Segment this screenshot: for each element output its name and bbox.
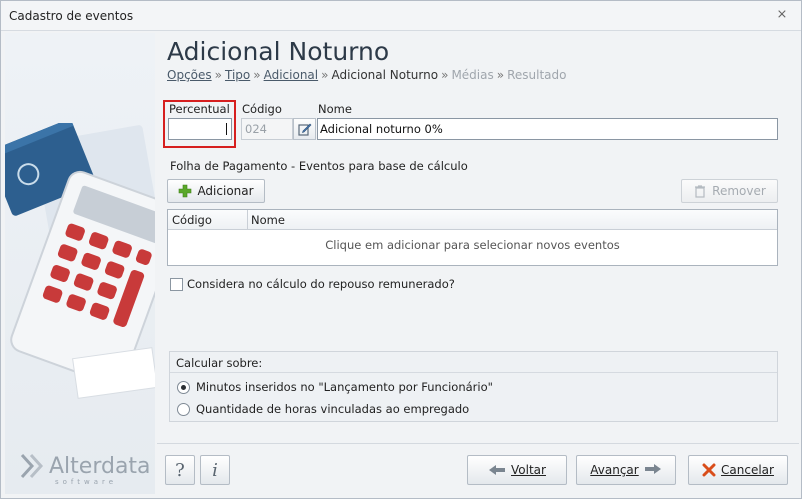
breadcrumb-separator: » bbox=[253, 68, 261, 82]
alterdata-logo: Alterdata software bbox=[19, 452, 151, 486]
breadcrumb-tipo[interactable]: Tipo bbox=[225, 68, 250, 82]
codigo-input: 024 bbox=[241, 118, 293, 140]
grid-column-codigo[interactable]: Código bbox=[172, 213, 212, 227]
calculator-illustration bbox=[5, 123, 155, 399]
edit-codigo-button[interactable] bbox=[293, 118, 316, 140]
breadcrumb-adicional[interactable]: Adicional bbox=[264, 68, 319, 82]
plus-icon bbox=[178, 184, 192, 198]
edit-icon bbox=[297, 123, 311, 136]
codigo-label: Código bbox=[242, 102, 282, 116]
calcular-sobre-title: Calcular sobre: bbox=[176, 356, 263, 370]
page-title: Adicional Noturno bbox=[167, 37, 390, 66]
footer-bar: ? i Voltar Avançar Cancelar bbox=[157, 443, 799, 496]
alterdata-logo-icon bbox=[20, 453, 44, 479]
cancelar-button[interactable]: Cancelar bbox=[688, 455, 788, 485]
radio-quantidade-label: Quantidade de horas vinculadas ao empreg… bbox=[196, 402, 470, 416]
adicionar-label: Adicionar bbox=[197, 184, 254, 198]
group-divider bbox=[170, 372, 777, 373]
breadcrumb-resultado: Resultado bbox=[507, 68, 567, 82]
grid-column-nome[interactable]: Nome bbox=[251, 213, 285, 227]
breadcrumb-opcoes[interactable]: Opções bbox=[167, 68, 212, 82]
calcular-sobre-group: Calcular sobre: Minutos inseridos no "La… bbox=[169, 351, 778, 422]
repouso-checkbox[interactable] bbox=[170, 277, 183, 291]
breadcrumb-separator: » bbox=[441, 68, 449, 82]
grid-empty-message: Clique em adicionar para selecionar novo… bbox=[325, 238, 620, 252]
avancar-button[interactable]: Avançar bbox=[576, 455, 676, 485]
remover-label: Remover bbox=[712, 184, 766, 198]
breadcrumb-separator: » bbox=[496, 68, 505, 82]
percentual-label: Percentual bbox=[169, 102, 230, 116]
help-button[interactable]: ? bbox=[165, 455, 195, 485]
voltar-label: Voltar bbox=[511, 463, 546, 477]
avancar-label: Avançar bbox=[590, 463, 639, 477]
breadcrumb: Opções» Tipo» Adicional» Adicional Noturno»… bbox=[167, 68, 566, 82]
folha-section-title: Folha de Pagamento - Eventos para base d… bbox=[170, 159, 468, 173]
info-icon: i bbox=[212, 459, 218, 481]
breadcrumb-medias: Médias bbox=[451, 68, 494, 82]
window-title: Cadastro de eventos bbox=[9, 9, 134, 23]
info-button[interactable]: i bbox=[200, 455, 230, 485]
nome-input[interactable]: Adicional noturno 0% bbox=[317, 118, 778, 140]
eventos-grid[interactable]: Código Nome Clique em adicionar para sel… bbox=[167, 209, 778, 266]
brand-name: Alterdata bbox=[49, 453, 151, 479]
main-content: Adicional Noturno Opções» Tipo» Adicional»… bbox=[157, 33, 799, 443]
grid-header: Código Nome bbox=[168, 210, 777, 230]
trash-icon bbox=[693, 184, 707, 198]
arrow-right-icon bbox=[644, 463, 662, 478]
repouso-label: Considera no cálculo do repouso remunera… bbox=[187, 277, 455, 291]
cancelar-label: Cancelar bbox=[721, 463, 774, 477]
radio-quantidade-row[interactable]: Quantidade de horas vinculadas ao empreg… bbox=[177, 402, 469, 416]
dialog-window: Cadastro de eventos ⨯ Alterdata software… bbox=[0, 0, 802, 499]
nome-label: Nome bbox=[318, 102, 352, 116]
sidebar-illustration: Alterdata software bbox=[5, 33, 155, 494]
repouso-checkbox-row[interactable]: Considera no cálculo do repouso remunera… bbox=[170, 277, 455, 291]
radio-quantidade[interactable] bbox=[177, 402, 190, 416]
radio-minutos[interactable] bbox=[177, 380, 190, 394]
cancel-x-icon bbox=[702, 463, 716, 477]
grid-column-divider bbox=[247, 210, 248, 230]
remover-button[interactable]: Remover bbox=[681, 179, 778, 203]
help-icon: ? bbox=[175, 459, 185, 481]
voltar-button[interactable]: Voltar bbox=[467, 455, 567, 485]
breadcrumb-separator: » bbox=[214, 68, 222, 82]
adicionar-button[interactable]: Adicionar bbox=[167, 179, 265, 203]
percentual-input[interactable] bbox=[168, 118, 232, 140]
title-bar: Cadastro de eventos ⨯ bbox=[1, 1, 801, 31]
radio-minutos-label: Minutos inseridos no "Lançamento por Fun… bbox=[196, 380, 493, 394]
close-icon[interactable]: ⨯ bbox=[775, 8, 789, 22]
radio-minutos-row[interactable]: Minutos inseridos no "Lançamento por Fun… bbox=[177, 380, 493, 394]
arrow-left-icon bbox=[488, 464, 506, 476]
breadcrumb-current: Adicional Noturno bbox=[331, 68, 439, 82]
breadcrumb-separator: » bbox=[321, 68, 329, 82]
brand-subtitle: software bbox=[55, 478, 118, 486]
